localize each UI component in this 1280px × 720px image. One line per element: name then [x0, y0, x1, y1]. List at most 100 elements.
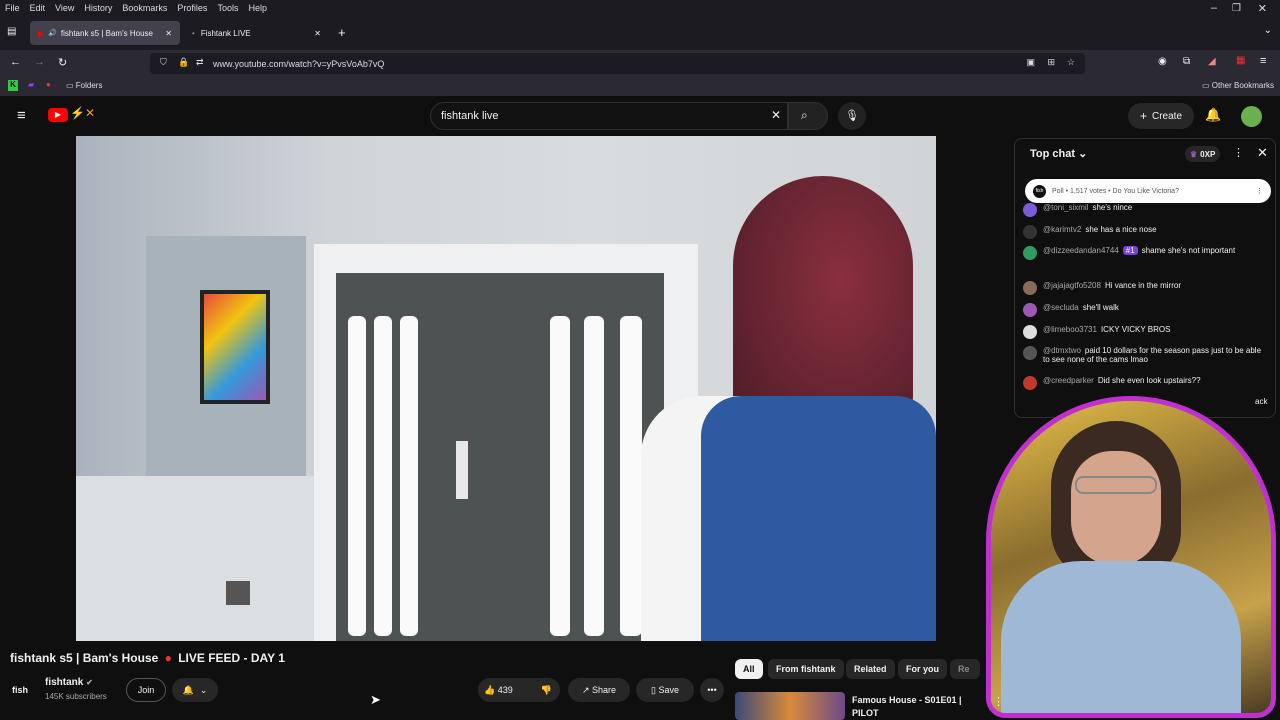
like-count: 439 — [497, 684, 513, 695]
video-player[interactable] — [76, 136, 936, 641]
menu-help[interactable]: Help — [243, 3, 272, 13]
live-dot-icon: ● — [164, 651, 172, 665]
tab-bams-house[interactable]: ▶ 🔊 fishtank s5 | Bam's House ✕ — [30, 21, 180, 45]
notifications-bell-icon[interactable]: 🔔 — [1205, 107, 1221, 123]
window-close-icon[interactable]: ✕ — [1253, 2, 1272, 15]
create-button[interactable]: + Create — [1128, 103, 1194, 129]
bookmark-twitch-icon[interactable]: ▰ — [28, 80, 34, 89]
url-bar[interactable]: ⛉ 🔒 ⇄ www.youtube.com/watch?v=yPvsVoAb7v… — [150, 53, 1085, 74]
tab-close-icon[interactable]: ✕ — [314, 29, 321, 38]
door-window-pane — [550, 316, 570, 636]
tab-label: fishtank s5 | Bam's House — [60, 28, 153, 38]
reload-icon[interactable]: ↻ — [58, 56, 67, 69]
chat-more-icon[interactable]: ⋮ — [1233, 146, 1244, 159]
forward-icon[interactable]: → — [34, 56, 45, 68]
save-label: Save — [658, 685, 679, 695]
xp-value: 0XP — [1200, 149, 1216, 159]
channel-name-row[interactable]: fishtank ✔ — [45, 677, 93, 688]
chat-username: @dizzeedandan4744 — [1043, 246, 1119, 255]
chip-for-you[interactable]: For you — [898, 659, 947, 679]
recommended-title[interactable]: Famous House - S01E01 | PILOT — [852, 694, 962, 720]
pip-icon[interactable]: ⊞ — [1047, 57, 1055, 68]
extension-red-icon[interactable]: ▦ — [1236, 55, 1245, 66]
bookmark-red-icon[interactable]: ● — [46, 80, 51, 89]
thumbs-up-icon: 👍 — [484, 684, 496, 695]
streamer-face — [1071, 451, 1161, 566]
join-button[interactable]: Join — [126, 678, 166, 702]
live-chat-panel: Top chat ⌄ ♛ 0XP ⋮ ✕ fish Poll • 1,517 vo… — [1014, 138, 1276, 418]
chat-poll-banner[interactable]: fish Poll • 1,517 votes • Do You Like Vi… — [1025, 179, 1271, 203]
search-button[interactable]: ⌕ — [788, 102, 828, 130]
minimize-icon[interactable]: – — [1206, 2, 1222, 14]
lock-icon: 🔒 — [178, 57, 190, 67]
recommended-more-icon[interactable]: ⋮ — [993, 695, 1004, 708]
chat-message: @karimtv2 she has a nice nose — [1023, 225, 1269, 239]
extensions-icon[interactable]: ⧉ — [1183, 56, 1190, 67]
poll-more-icon[interactable]: ⋮ — [1256, 187, 1263, 195]
audio-icon: 🔊 — [48, 30, 57, 37]
chip-all[interactable]: All — [735, 659, 763, 679]
menu-tools[interactable]: Tools — [212, 3, 243, 13]
chip-from-fishtank[interactable]: From fishtank — [768, 659, 844, 679]
tab-fishtank-live[interactable]: • Fishtank LIVE ✕ — [184, 21, 329, 45]
hamburger-menu-icon[interactable]: ≡ — [1260, 55, 1266, 67]
account-icon[interactable]: ◉ — [1158, 56, 1167, 67]
maximize-icon[interactable]: ❐ — [1227, 3, 1246, 14]
chat-username: @secluda — [1043, 303, 1079, 312]
avatar — [1023, 346, 1037, 360]
more-actions-button[interactable]: ••• — [700, 678, 724, 702]
voice-search-button[interactable]: 🎙 — [838, 102, 866, 130]
youtube-logo-icon[interactable]: ▶ — [48, 108, 68, 122]
other-bookmarks-label: Other Bookmarks — [1211, 81, 1274, 90]
search-input[interactable]: fishtank live ✕ — [430, 102, 788, 130]
tab-list-icon[interactable]: ▤ — [7, 26, 16, 37]
url-text: www.youtube.com/watch?v=yPvsVoAb7vQ — [213, 58, 385, 69]
wall-painting — [200, 290, 270, 404]
reader-icon[interactable]: ▣ — [1026, 57, 1035, 68]
new-tab-icon[interactable]: + — [338, 25, 346, 40]
folder-icon: ▭ — [1201, 81, 1210, 90]
chat-text: she's nince — [1092, 203, 1133, 212]
tab-overflow-icon[interactable]: ⌄ — [1264, 25, 1272, 36]
guide-menu-icon[interactable]: ≡ — [17, 107, 26, 124]
shield-icon: ⛉ — [160, 57, 167, 67]
chat-username: @karimtv2 — [1043, 225, 1082, 234]
save-icon: ▯ — [651, 684, 656, 695]
menu-bookmarks[interactable]: Bookmarks — [117, 3, 172, 13]
streamer-hoodie — [1001, 561, 1241, 713]
menu-history[interactable]: History — [79, 3, 117, 13]
chip-partial[interactable]: Re — [950, 659, 980, 679]
menu-view[interactable]: View — [50, 3, 79, 13]
menu-profiles[interactable]: Profiles — [172, 3, 212, 13]
chat-mode-dropdown[interactable]: Top chat ⌄ — [1030, 147, 1087, 160]
channel-avatar[interactable]: fish — [12, 678, 38, 702]
share-button[interactable]: ↗ Share — [568, 678, 630, 702]
extension-icon[interactable]: ◢ — [1208, 56, 1216, 67]
door-window-pane — [620, 316, 642, 636]
like-button[interactable]: 👍 439 — [484, 685, 513, 696]
chat-message: @limeboo3731 ICKY VICKY BROS — [1023, 325, 1269, 339]
avatar[interactable] — [1241, 106, 1262, 127]
bookmark-k-icon[interactable]: K — [8, 80, 18, 91]
xp-badge[interactable]: ♛ 0XP — [1185, 146, 1221, 162]
back-icon[interactable]: ← — [10, 56, 21, 68]
other-bookmarks[interactable]: ▭ Other Bookmarks — [1202, 81, 1274, 90]
join-label: Join — [137, 685, 155, 695]
youtube-favicon-icon: ▶ — [38, 28, 45, 38]
menu-file[interactable]: File — [0, 3, 25, 13]
streamer-glasses — [1075, 476, 1157, 494]
chat-username: @limeboo3731 — [1043, 325, 1097, 334]
subscribed-button[interactable]: 🔔 ⌄ — [172, 678, 218, 702]
bookmark-star-icon[interactable]: ☆ — [1067, 57, 1075, 68]
tab-close-icon[interactable]: ✕ — [165, 29, 172, 38]
avatar — [1023, 225, 1037, 239]
dislike-button[interactable]: 👎 — [541, 685, 552, 696]
chat-close-icon[interactable]: ✕ — [1257, 145, 1268, 161]
clear-search-icon[interactable]: ✕ — [771, 108, 781, 122]
chip-related[interactable]: Related — [846, 659, 895, 679]
bookmark-folder[interactable]: ▭ Folders — [66, 81, 102, 90]
save-button[interactable]: ▯ Save — [636, 678, 694, 702]
menu-edit[interactable]: Edit — [25, 3, 51, 13]
chat-message: @jajajagtfo5208 Hi vance in the mirror — [1023, 281, 1269, 295]
recommended-thumbnail[interactable] — [735, 692, 845, 720]
